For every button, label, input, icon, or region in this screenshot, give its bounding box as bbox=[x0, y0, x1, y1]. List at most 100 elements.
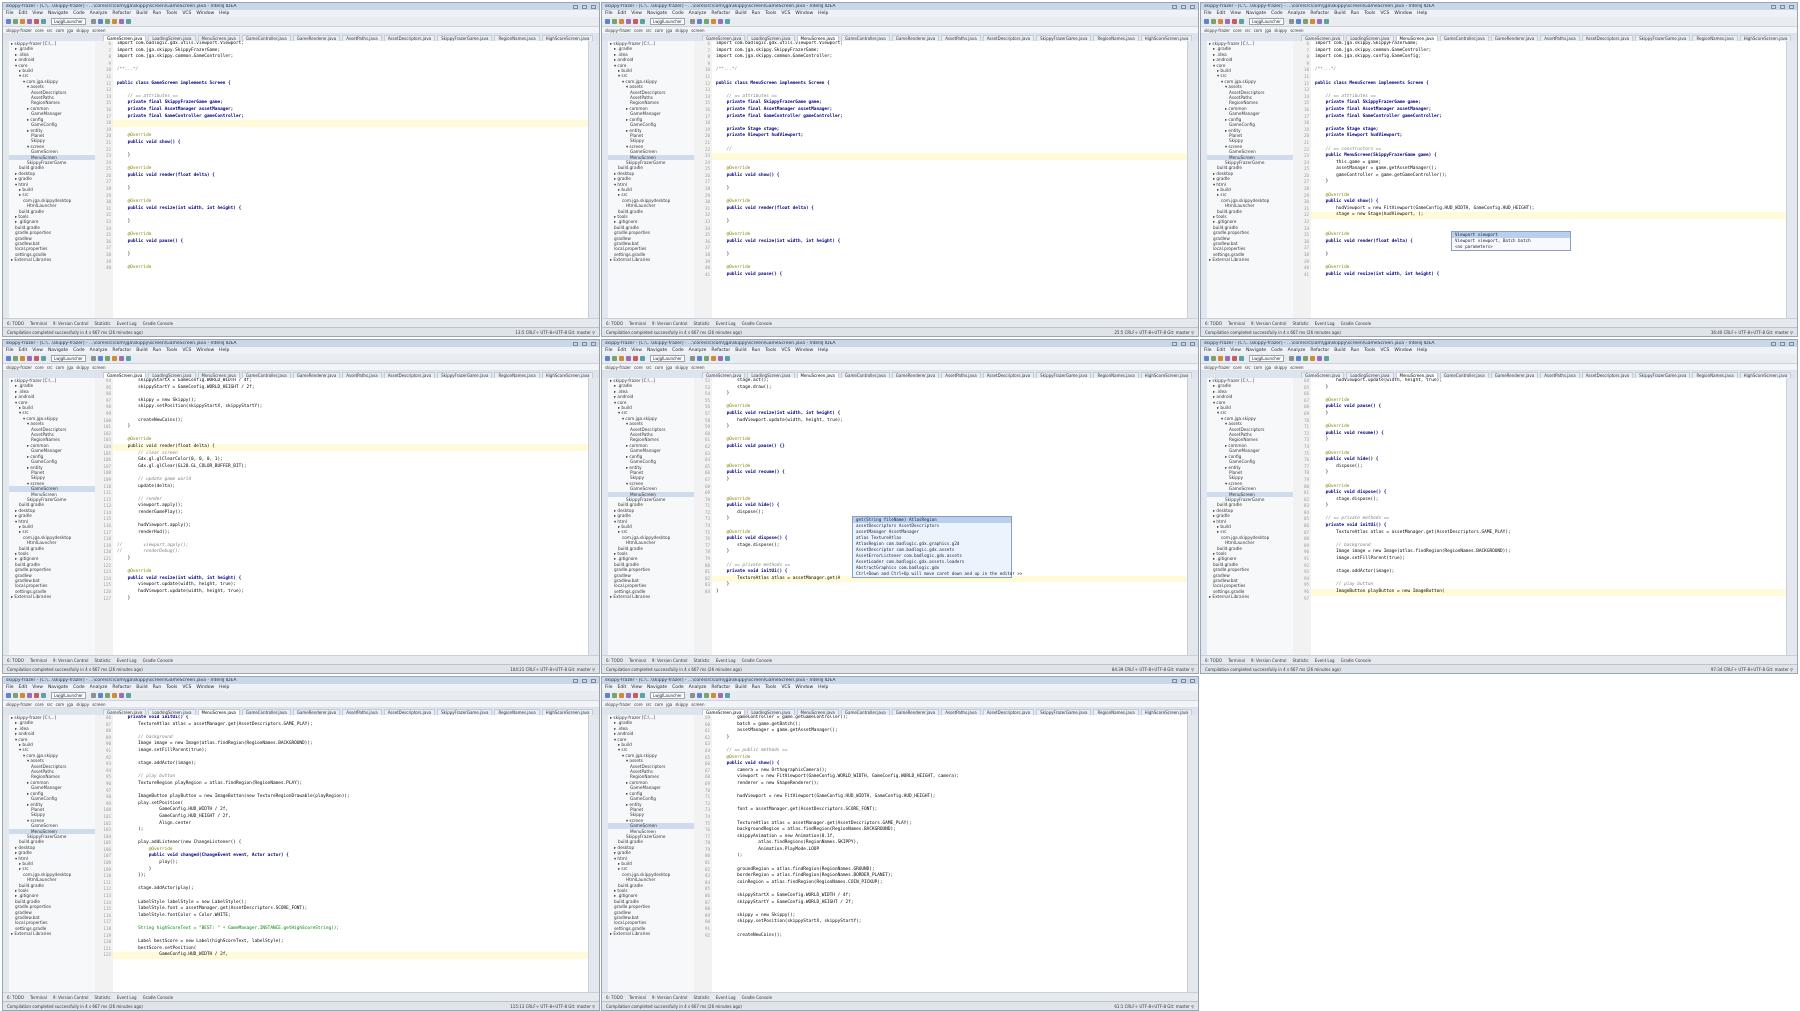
toolbar-icon[interactable] bbox=[626, 356, 631, 361]
menu-item[interactable]: Help bbox=[219, 348, 229, 353]
breadcrumb-item[interactable]: screen bbox=[92, 365, 105, 370]
toolbar-icon[interactable] bbox=[1211, 19, 1216, 24]
tool-window-button[interactable]: Statistic bbox=[95, 321, 111, 326]
menu-item[interactable]: View bbox=[631, 11, 642, 16]
toolbar-icon[interactable] bbox=[34, 693, 39, 698]
breadcrumb-item[interactable]: core bbox=[35, 702, 44, 707]
maximize-button[interactable] bbox=[1780, 341, 1785, 346]
caret-position[interactable]: 97:34 CRLF÷ UTF-8÷ bbox=[1711, 667, 1754, 672]
menu-item[interactable]: File bbox=[1204, 348, 1212, 353]
menu-item[interactable]: Window bbox=[1394, 11, 1412, 16]
close-button[interactable] bbox=[591, 678, 596, 683]
toolbar-icon[interactable] bbox=[696, 356, 702, 361]
menu-item[interactable]: File bbox=[1204, 11, 1212, 16]
toolbar-icon[interactable] bbox=[1218, 356, 1223, 361]
menu-item[interactable]: Run bbox=[153, 11, 162, 16]
menu-item[interactable]: Help bbox=[219, 685, 229, 690]
maximize-button[interactable] bbox=[582, 341, 587, 346]
menu-item[interactable]: Run bbox=[153, 685, 162, 690]
toolbar-icon[interactable] bbox=[612, 19, 617, 24]
tool-window-button[interactable]: Terminal bbox=[1228, 321, 1245, 326]
tool-window-button[interactable]: Terminal bbox=[629, 995, 646, 1000]
code-editor[interactable]: import com.badlogic.gdx.utils.viewport.V… bbox=[113, 41, 589, 319]
menu-item[interactable]: Build bbox=[1334, 11, 1345, 16]
menu-item[interactable]: Navigate bbox=[1246, 348, 1266, 353]
tool-window-button[interactable]: Event Log bbox=[1315, 658, 1335, 663]
breadcrumb-item[interactable]: skippy bbox=[76, 702, 89, 707]
menu-item[interactable]: Navigate bbox=[48, 11, 68, 16]
menu-item[interactable]: Refactor bbox=[711, 11, 730, 16]
menu-item[interactable]: VCS bbox=[1380, 348, 1389, 353]
breadcrumb-item[interactable]: src bbox=[646, 702, 652, 707]
popup-item[interactable]: Ctrl+Down and Ctrl+Up will move caret do… bbox=[853, 571, 1022, 577]
menu-item[interactable]: Window bbox=[795, 11, 813, 16]
toolbar-icon[interactable] bbox=[1302, 356, 1308, 361]
tool-window-button[interactable]: Gradle Console bbox=[143, 321, 173, 326]
toolbar-icon[interactable] bbox=[626, 19, 631, 24]
caret-position[interactable]: 84:39 CRLF÷ UTF-8÷ bbox=[1112, 667, 1155, 672]
tool-window-button[interactable]: Event Log bbox=[716, 658, 736, 663]
toolbar-icon[interactable] bbox=[710, 19, 716, 24]
menu-item[interactable]: View bbox=[32, 685, 43, 690]
toolbar-icon[interactable] bbox=[1232, 19, 1237, 24]
toolbar-icon[interactable] bbox=[1302, 19, 1308, 24]
breadcrumb-item[interactable]: screen bbox=[1290, 28, 1303, 33]
menu-item[interactable]: Analyze bbox=[689, 348, 707, 353]
minimize-button[interactable] bbox=[1172, 4, 1177, 9]
breadcrumb-item[interactable]: jga bbox=[67, 702, 73, 707]
toolbar-icon[interactable] bbox=[34, 356, 39, 361]
menu-item[interactable]: Help bbox=[219, 11, 229, 16]
toolbar-icon[interactable] bbox=[34, 19, 39, 24]
tool-window-button[interactable]: 9: Version Control bbox=[53, 321, 89, 326]
toolbar-icon[interactable] bbox=[633, 19, 638, 24]
toolbar-icon[interactable] bbox=[605, 693, 610, 698]
tree-item[interactable]: ▸ External Libraries bbox=[1207, 594, 1293, 599]
toolbar-icon[interactable] bbox=[13, 19, 18, 24]
toolbar-icon[interactable] bbox=[13, 693, 18, 698]
menu-item[interactable]: Tools bbox=[765, 685, 776, 690]
toolbar-icon[interactable] bbox=[104, 693, 110, 698]
close-button[interactable] bbox=[1190, 678, 1195, 683]
breadcrumb-item[interactable]: src bbox=[47, 28, 53, 33]
toolbar-icon[interactable] bbox=[1288, 356, 1294, 361]
menu-item[interactable]: Help bbox=[818, 348, 828, 353]
menu-item[interactable]: VCS bbox=[781, 348, 790, 353]
menu-item[interactable]: Edit bbox=[1217, 348, 1226, 353]
tool-window-button[interactable]: Gradle Console bbox=[1341, 658, 1371, 663]
menu-item[interactable]: Run bbox=[153, 348, 162, 353]
breadcrumb-item[interactable]: skippy-frazer bbox=[6, 28, 32, 33]
menu-item[interactable]: Tools bbox=[166, 11, 177, 16]
tool-window-button[interactable]: Event Log bbox=[1315, 321, 1335, 326]
menu-item[interactable]: Build bbox=[136, 11, 147, 16]
menu-item[interactable]: Code bbox=[1271, 348, 1283, 353]
tool-window-button[interactable]: Statistic bbox=[694, 995, 710, 1000]
maximize-button[interactable] bbox=[1181, 4, 1186, 9]
toolbar-icon[interactable] bbox=[1239, 19, 1244, 24]
breadcrumb-item[interactable]: skippy-frazer bbox=[1204, 28, 1230, 33]
toolbar-icon[interactable] bbox=[125, 356, 131, 361]
breadcrumb-item[interactable]: skippy-frazer bbox=[605, 702, 631, 707]
menu-item[interactable]: Edit bbox=[618, 11, 627, 16]
completion-popup[interactable]: get(String fileName) AtlasRegion assetDes… bbox=[852, 516, 1022, 578]
toolbar-icon[interactable] bbox=[717, 19, 723, 24]
toolbar-icon[interactable] bbox=[104, 356, 110, 361]
tool-window-button[interactable]: 6: TODO bbox=[606, 995, 623, 1000]
toolbar-icon[interactable] bbox=[1211, 356, 1216, 361]
menu-item[interactable]: Navigate bbox=[647, 348, 667, 353]
menu-item[interactable]: Run bbox=[1351, 348, 1360, 353]
toolbar-icon[interactable] bbox=[1316, 356, 1322, 361]
menu-item[interactable]: File bbox=[605, 348, 613, 353]
tool-window-button[interactable]: Gradle Console bbox=[742, 995, 772, 1000]
toolbar-icon[interactable] bbox=[13, 356, 18, 361]
breadcrumb-item[interactable]: com bbox=[1254, 365, 1263, 370]
tool-window-button[interactable]: 6: TODO bbox=[1205, 658, 1222, 663]
toolbar-icon[interactable] bbox=[724, 356, 730, 361]
breadcrumb-item[interactable]: core bbox=[35, 28, 44, 33]
toolbar-icon[interactable] bbox=[27, 19, 32, 24]
breadcrumb-item[interactable]: jga bbox=[1265, 28, 1271, 33]
caret-position[interactable]: 104:21 CRLF÷ UTF-8÷ bbox=[510, 667, 555, 672]
menu-item[interactable]: Analyze bbox=[1288, 348, 1306, 353]
toolbar-icon[interactable] bbox=[626, 693, 631, 698]
run-config-select[interactable]: LwjglLauncher bbox=[650, 692, 685, 699]
toolbar-icon[interactable] bbox=[1316, 19, 1322, 24]
